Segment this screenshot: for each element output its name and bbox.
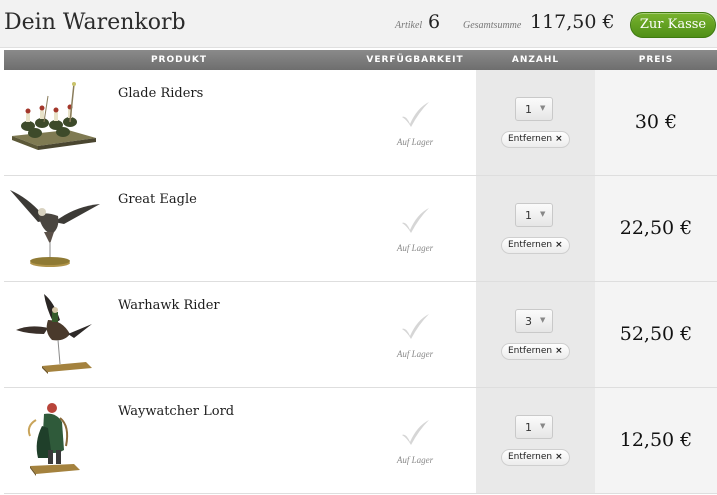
column-header-quantity: ANZAHL bbox=[511, 55, 560, 65]
price-cell: 52,50 € bbox=[595, 282, 717, 387]
item-price: 22,50 € bbox=[619, 217, 693, 239]
checkmark-icon bbox=[402, 420, 429, 445]
remove-label: Entfernen bbox=[508, 134, 553, 144]
articles-count: 6 bbox=[428, 11, 441, 33]
price-cell: 12,50 € bbox=[595, 388, 717, 493]
cart-row: Waywatcher Lord Auf Lager 1 ▼ Entfernen ×… bbox=[4, 388, 717, 494]
availability-status: Auf Lager bbox=[396, 137, 434, 147]
cart-row: Glade Riders Auf Lager 1 ▼ Entfernen × 30… bbox=[4, 70, 717, 176]
chevron-down-icon: ▼ bbox=[540, 422, 546, 430]
availability-status: Auf Lager bbox=[396, 455, 434, 465]
product-name[interactable]: Warhawk Rider bbox=[118, 298, 220, 313]
availability-status: Auf Lager bbox=[396, 243, 434, 253]
quantity-cell: 1 ▼ Entfernen × bbox=[476, 70, 595, 175]
close-icon: × bbox=[555, 346, 563, 356]
remove-button[interactable]: Entfernen × bbox=[501, 343, 570, 360]
remove-label: Entfernen bbox=[508, 240, 553, 250]
remove-button[interactable]: Entfernen × bbox=[501, 131, 570, 148]
quantity-select[interactable]: 1 ▼ bbox=[515, 415, 553, 439]
table-header: PRODUKT VERFÜGBARKEIT ANZAHL PREIS bbox=[4, 50, 717, 70]
cart-items: Glade Riders Auf Lager 1 ▼ Entfernen × 30… bbox=[4, 70, 717, 494]
availability-cell: Auf Lager bbox=[354, 282, 476, 387]
checkmark-icon bbox=[402, 102, 429, 127]
quantity-value: 1 bbox=[525, 209, 532, 222]
total-value: 117,50 € bbox=[530, 11, 615, 33]
quantity-cell: 1 ▼ Entfernen × bbox=[476, 388, 595, 493]
column-header-availability: VERFÜGBARKEIT bbox=[366, 55, 464, 65]
product-name[interactable]: Glade Riders bbox=[118, 86, 203, 101]
product-name[interactable]: Great Eagle bbox=[118, 192, 197, 207]
quantity-select[interactable]: 3 ▼ bbox=[515, 309, 553, 333]
waywatcher-lord-miniature-image[interactable] bbox=[8, 396, 100, 484]
quantity-value: 3 bbox=[525, 315, 532, 328]
product-name[interactable]: Waywatcher Lord bbox=[118, 404, 234, 419]
remove-label: Entfernen bbox=[508, 346, 553, 356]
cart-row: Warhawk Rider Auf Lager 3 ▼ Entfernen × 5… bbox=[4, 282, 717, 388]
checkmark-icon bbox=[402, 314, 429, 339]
quantity-value: 1 bbox=[525, 421, 532, 434]
column-header-product: PRODUKT bbox=[150, 55, 208, 65]
remove-button[interactable]: Entfernen × bbox=[501, 449, 570, 466]
availability-cell: Auf Lager bbox=[354, 176, 476, 281]
page-title: Dein Warenkorb bbox=[4, 10, 186, 35]
quantity-cell: 3 ▼ Entfernen × bbox=[476, 282, 595, 387]
cart-row: Great Eagle Auf Lager 1 ▼ Entfernen × 22,… bbox=[4, 176, 717, 282]
remove-button[interactable]: Entfernen × bbox=[501, 237, 570, 254]
chevron-down-icon: ▼ bbox=[540, 316, 546, 324]
great-eagle-miniature-image[interactable] bbox=[8, 184, 100, 272]
glade-riders-miniature-image[interactable] bbox=[8, 78, 100, 166]
close-icon: × bbox=[555, 240, 563, 250]
item-price: 12,50 € bbox=[619, 429, 693, 451]
availability-cell: Auf Lager bbox=[354, 70, 476, 175]
quantity-select[interactable]: 1 ▼ bbox=[515, 97, 553, 121]
remove-label: Entfernen bbox=[508, 452, 553, 462]
chevron-down-icon: ▼ bbox=[540, 104, 546, 112]
close-icon: × bbox=[555, 134, 563, 144]
item-price: 30 € bbox=[634, 111, 678, 133]
close-icon: × bbox=[555, 452, 563, 462]
availability-cell: Auf Lager bbox=[354, 388, 476, 493]
column-header-price: PREIS bbox=[638, 55, 674, 65]
warhawk-rider-miniature-image[interactable] bbox=[8, 290, 100, 378]
chevron-down-icon: ▼ bbox=[540, 210, 546, 218]
price-cell: 22,50 € bbox=[595, 176, 717, 281]
articles-label: Artikel bbox=[395, 20, 423, 31]
checkout-button[interactable]: Zur Kasse bbox=[630, 12, 716, 38]
quantity-select[interactable]: 1 ▼ bbox=[515, 203, 553, 227]
cart-header: Dein Warenkorb Artikel 6 Gesamtsumme 117… bbox=[0, 0, 717, 48]
checkmark-icon bbox=[402, 208, 429, 233]
availability-status: Auf Lager bbox=[396, 349, 434, 359]
total-label: Gesamtsumme bbox=[463, 20, 522, 31]
quantity-value: 1 bbox=[525, 103, 532, 116]
quantity-cell: 1 ▼ Entfernen × bbox=[476, 176, 595, 281]
price-cell: 30 € bbox=[595, 70, 717, 175]
item-price: 52,50 € bbox=[619, 323, 693, 345]
